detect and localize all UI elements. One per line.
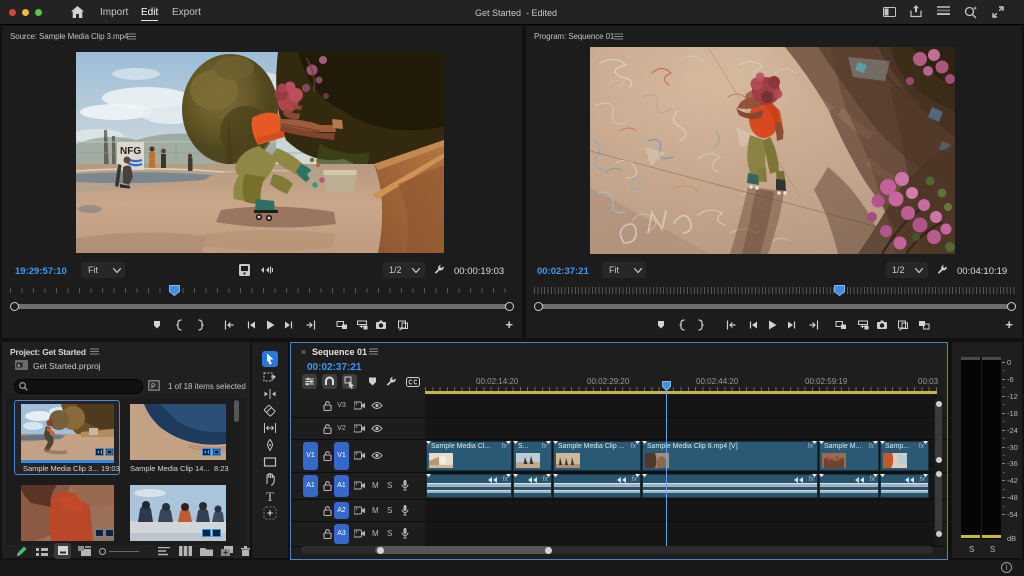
svg-text:P: P: [151, 384, 156, 391]
svg-text:T: T: [266, 489, 274, 504]
svg-text:NFG: NFG: [120, 146, 141, 157]
